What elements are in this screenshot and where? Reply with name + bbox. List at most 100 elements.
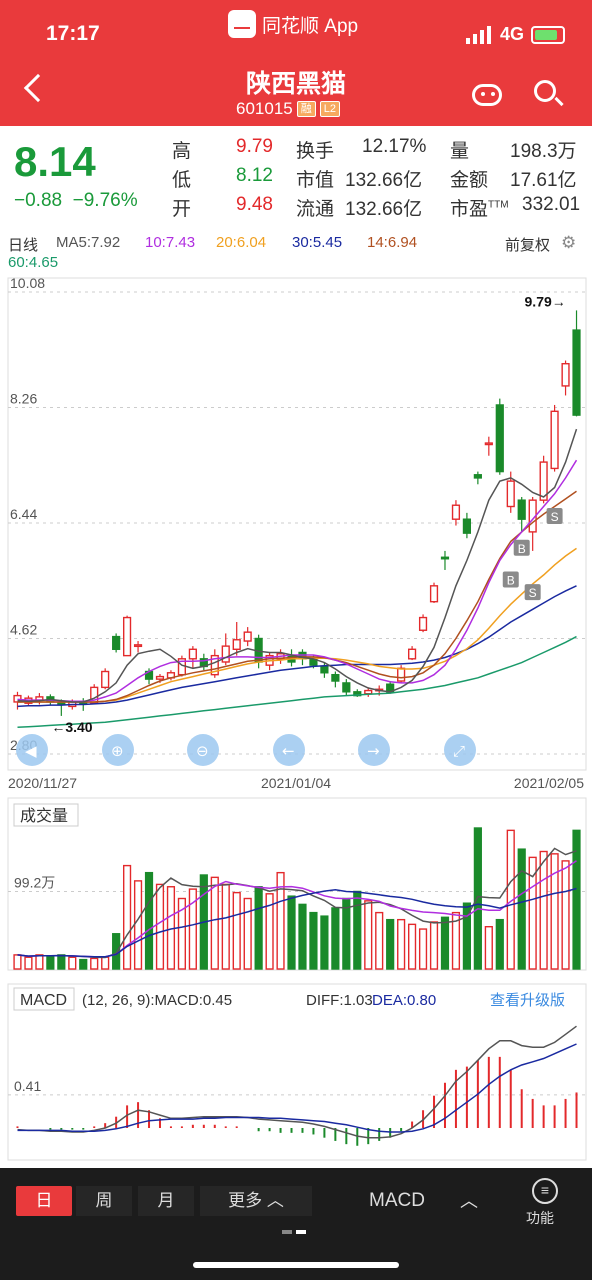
volume-bar — [495, 918, 504, 970]
candle-body — [462, 518, 472, 534]
candle-body — [407, 648, 417, 660]
date-axis-label: 2021/01/04 — [261, 775, 331, 791]
volume-bar — [243, 897, 252, 970]
volume-bar — [101, 956, 110, 970]
volume-bar — [386, 918, 395, 970]
candle-body — [221, 645, 230, 663]
volume-bar — [155, 883, 165, 970]
candle-body — [331, 673, 340, 682]
volume-bar — [144, 871, 154, 970]
volume-bar — [210, 876, 219, 970]
volume-bar — [112, 933, 121, 970]
chevron-up-icon[interactable]: ︿ — [452, 1186, 486, 1216]
trade-tag-label: B — [518, 542, 526, 556]
volume-bar — [298, 903, 307, 970]
volume-bar — [57, 954, 66, 970]
volume-bar — [221, 883, 230, 970]
volume-bar — [353, 890, 362, 970]
candle-body — [133, 644, 143, 648]
trade-tag-label: S — [551, 510, 559, 524]
ma30-line — [17, 585, 577, 708]
volume-bar — [309, 911, 318, 970]
volume-bar — [331, 907, 340, 970]
macd-dea-line — [17, 1043, 577, 1133]
macd-diff: DIFF:1.03 — [306, 992, 373, 1009]
tab-week[interactable]: 周 — [76, 1186, 132, 1216]
volume-bar — [254, 886, 263, 970]
candle-body — [342, 682, 351, 693]
tab-month[interactable]: 月 — [138, 1186, 194, 1216]
volume-bar — [484, 926, 493, 970]
candle-body — [122, 616, 132, 657]
volume-bar — [320, 915, 329, 970]
indicator-select[interactable]: MACD — [354, 1186, 440, 1216]
volume-bar — [517, 848, 526, 970]
candle-body — [155, 675, 165, 680]
candle-body — [429, 585, 439, 603]
min-price-marker: ←3.40 — [51, 719, 92, 735]
function-label[interactable]: 功能 — [526, 1208, 554, 1228]
candle-body — [418, 616, 428, 631]
candle-body — [473, 474, 482, 479]
volume-bar — [122, 864, 132, 970]
price-axis-label: 4.62 — [10, 622, 37, 638]
candle-body — [517, 499, 526, 520]
volume-bar — [342, 897, 351, 970]
volume-bar — [407, 923, 417, 970]
candle-body — [572, 329, 581, 416]
candle-body — [320, 665, 329, 674]
volume-bar — [561, 860, 570, 970]
volume-bar — [13, 954, 22, 970]
ma5-line — [17, 428, 578, 703]
candle-body — [561, 363, 570, 387]
candle-body — [112, 635, 121, 650]
upgrade-link[interactable]: 查看升级版 — [490, 992, 565, 1009]
candle-body — [397, 667, 406, 682]
volume-bar — [90, 957, 99, 970]
candle-body — [495, 404, 504, 473]
volume-bar — [539, 850, 548, 970]
volume-bar — [429, 921, 439, 970]
arrow-right-icon-glyph: → — [367, 742, 380, 760]
volume-bar — [473, 827, 482, 970]
price-axis-label: 8.26 — [10, 391, 37, 407]
candle-body — [101, 670, 110, 689]
trade-tag-label: B — [507, 573, 515, 587]
candle-body — [451, 504, 461, 520]
price-axis-label: 6.44 — [10, 506, 37, 522]
candle-body — [243, 631, 252, 642]
page-indicator — [282, 1230, 310, 1234]
tab-day[interactable]: 日 — [16, 1186, 72, 1216]
candle-body — [484, 442, 493, 446]
volume-bar — [375, 911, 384, 970]
fullscreen-icon-glyph: ⤢ — [453, 742, 466, 760]
tab-more[interactable]: 更多 ︿ — [200, 1186, 312, 1216]
volume-bar — [287, 895, 296, 970]
volume-bar — [68, 956, 77, 970]
home-indicator — [193, 1262, 399, 1268]
pan-left-icon-glyph: ◀ — [25, 742, 37, 760]
volume-bar — [79, 958, 88, 970]
max-price-marker: 9.79→ — [525, 293, 566, 309]
macd-dea: DEA:0.80 — [372, 992, 436, 1009]
candle-body — [440, 556, 450, 560]
menu-icon[interactable]: ≡ — [532, 1178, 558, 1204]
volume-bar — [232, 891, 241, 970]
volume-bar — [46, 955, 55, 970]
kline-chart[interactable]: 10.088.266.444.622.809.79→←3.40BSBS◀⊕⊖←→… — [0, 0, 592, 1168]
volume-axis-label: 99.2万 — [14, 874, 55, 890]
candle-body — [188, 648, 197, 660]
arrow-left-icon-glyph: ← — [282, 742, 295, 760]
macd-axis-label: 0.41 — [14, 1078, 41, 1094]
date-axis-label: 2020/11/27 — [8, 775, 77, 791]
volume-bar — [440, 916, 450, 970]
date-axis-label: 2021/02/05 — [514, 775, 584, 791]
candle-body — [232, 639, 241, 650]
candle-body — [364, 689, 373, 695]
macd-label: MACD — [20, 992, 67, 1009]
volume-label: 成交量 — [20, 807, 68, 825]
trade-tag-label: S — [529, 586, 537, 600]
volume-bar — [35, 954, 44, 970]
zoom-out-icon-glyph: ⊖ — [196, 742, 209, 760]
volume-bar — [24, 956, 33, 970]
